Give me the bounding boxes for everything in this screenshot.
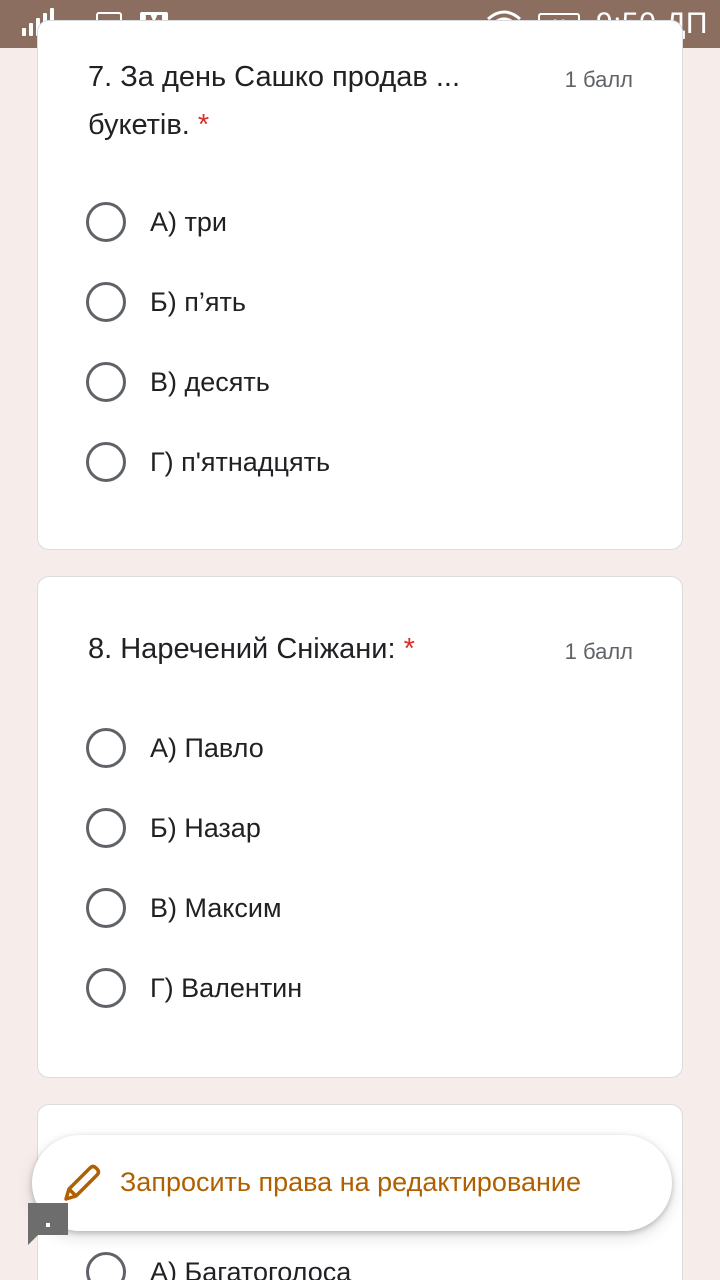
option-d[interactable]: Г) п'ятнадцять	[86, 440, 330, 484]
option-a[interactable]: А) Павло	[86, 726, 264, 770]
question-card-8: 8. Наречений Сніжани: * 1 балл А) Павло …	[37, 576, 683, 1078]
points-label: 1 балл	[564, 67, 633, 92]
question-title: 8. Наречений Сніжани: *	[88, 625, 415, 673]
required-mark: *	[197, 109, 210, 141]
feedback-icon[interactable]	[28, 1203, 68, 1245]
option-label: А) Багатоголоса	[150, 1256, 352, 1280]
option-label: В) десять	[150, 366, 270, 397]
required-mark: *	[403, 633, 415, 665]
option-b[interactable]: Б) Назар	[86, 806, 261, 850]
option-a[interactable]: А) три	[86, 200, 227, 244]
request-edit-access-label: Запросить права на редактирование	[120, 1167, 582, 1197]
option-label: Б) Назар	[150, 812, 261, 843]
question-card-7: 7. За день Сашко продав ... букетів. * 1…	[37, 20, 683, 550]
question-title-line1: 7. За день Сашко продав ...	[88, 61, 461, 93]
option-label: А) Павло	[150, 732, 264, 763]
option-c[interactable]: В) десять	[86, 360, 270, 404]
question-title-line2: букетів.	[88, 109, 190, 141]
radio-button[interactable]	[86, 888, 126, 928]
option-d[interactable]: Г) Валентин	[86, 966, 302, 1010]
radio-button[interactable]	[86, 362, 126, 402]
option-label: А) три	[150, 206, 227, 237]
question-title: 7. За день Сашко продав ... букетів. *	[88, 53, 460, 149]
option-b[interactable]: Б) п’ять	[86, 280, 246, 324]
points-label: 1 балл	[564, 639, 633, 664]
radio-button[interactable]	[86, 1252, 126, 1280]
radio-button[interactable]	[86, 808, 126, 848]
option-label: Б) п’ять	[150, 286, 246, 317]
radio-button[interactable]	[86, 442, 126, 482]
request-edit-access-button[interactable]: Запросить права на редактирование	[32, 1135, 672, 1231]
radio-button[interactable]	[86, 728, 126, 768]
pencil-icon	[64, 1164, 101, 1201]
radio-button[interactable]	[86, 282, 126, 322]
option-label: В) Максим	[150, 892, 282, 923]
option-c[interactable]: В) Максим	[86, 886, 282, 930]
question-title-text: 8. Наречений Сніжани:	[88, 633, 396, 665]
option-label: Г) Валентин	[150, 972, 303, 1003]
radio-button[interactable]	[86, 202, 126, 242]
option-a[interactable]: А) Багатоголоса	[86, 1250, 351, 1280]
option-label: Г) п'ятнадцять	[150, 446, 331, 477]
radio-button[interactable]	[86, 968, 126, 1008]
